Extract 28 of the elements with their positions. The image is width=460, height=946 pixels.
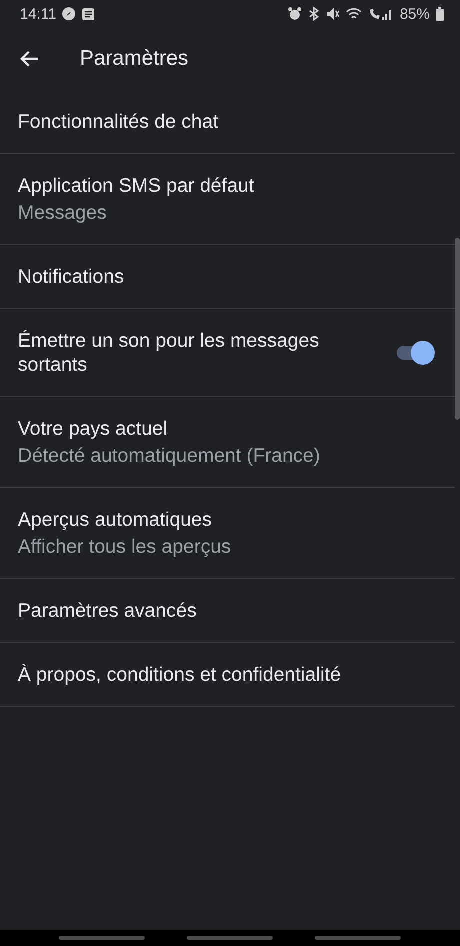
settings-item[interactable]: Paramètres avancés xyxy=(0,579,455,643)
setting-title: Paramètres avancés xyxy=(18,598,198,622)
setting-value: Afficher tous les aperçus xyxy=(18,534,232,558)
setting-value: Messages xyxy=(18,200,108,224)
setting-title: Application SMS par défaut xyxy=(18,174,256,198)
setting-title: À propos, conditions et confidentialité xyxy=(18,662,342,686)
setting-title: Notifications xyxy=(18,264,126,288)
bluetooth-icon xyxy=(308,7,320,21)
setting-title: Aperçus automatiques xyxy=(18,508,214,532)
status-time: 14:11 xyxy=(20,6,56,22)
setting-title: Fonctionnalités de chat xyxy=(18,110,220,134)
settings-item[interactable]: À propos, conditions et confidentialité xyxy=(0,643,455,707)
settings-item[interactable]: Aperçus automatiques Afficher tous les aperçus xyxy=(0,488,455,579)
wifi-icon xyxy=(346,7,362,21)
mute-icon xyxy=(326,7,340,21)
settings-item[interactable]: Application SMS par défaut Messages xyxy=(0,154,455,245)
battery-percentage: 85% xyxy=(400,6,430,22)
toggle-switch[interactable] xyxy=(395,340,435,364)
settings-item[interactable]: Votre pays actuel Détecté automatiquement (France) xyxy=(0,397,455,488)
setting-value: Détecté automatiquement (France) xyxy=(18,444,322,468)
page-title: Paramètres xyxy=(80,47,189,71)
battery-icon xyxy=(436,7,444,21)
notification-icon xyxy=(82,8,96,20)
signal-icon xyxy=(368,7,394,21)
settings-item[interactable]: Fonctionnalités de chat xyxy=(0,90,455,154)
setting-title: Émettre un son pour les messages sortants xyxy=(18,328,320,376)
settings-item[interactable]: Émettre un son pour les messages sortants xyxy=(0,309,455,397)
setting-title: Votre pays actuel xyxy=(18,416,169,440)
